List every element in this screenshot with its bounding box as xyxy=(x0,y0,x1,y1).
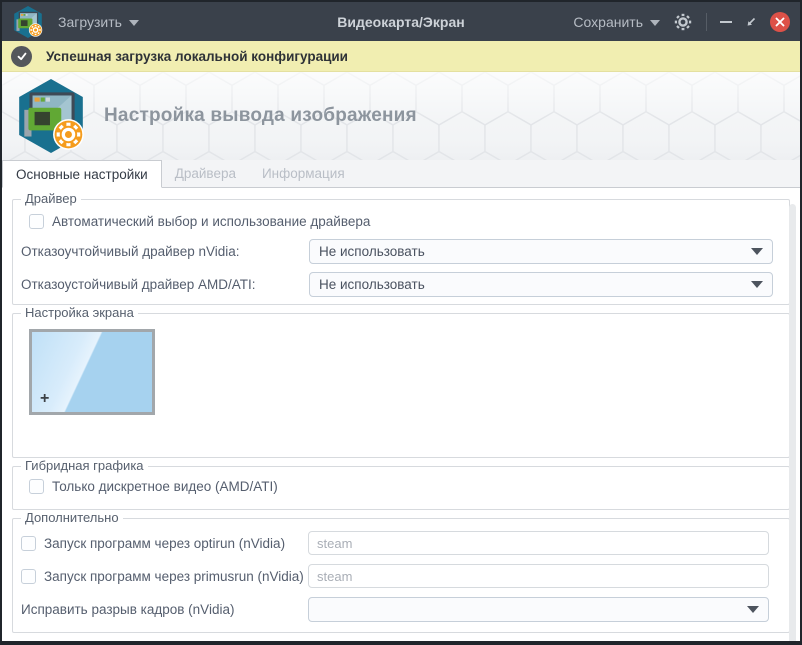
tearfix-row: Исправить разрыв кадров (nVidia) xyxy=(21,597,781,622)
nvidia-failsafe-row: Отказоучтойчивый драйвер nVidia: Не испо… xyxy=(21,239,781,264)
primusrun-row: Запуск программ через primusrun (nVidia) xyxy=(21,564,781,588)
discrete-video-label: Только дискретное видео (AMD/ATI) xyxy=(52,479,278,494)
tearfix-label: Исправить разрыв кадров (nVidia) xyxy=(21,602,235,617)
restore-button[interactable] xyxy=(745,16,757,28)
titlebar: Загрузить Видеокарта/Экран Сохранить xyxy=(2,2,800,41)
load-menu-label: Загрузить xyxy=(58,13,122,30)
titlebar-separator xyxy=(706,12,707,31)
add-display-button[interactable]: + xyxy=(40,390,49,408)
amd-failsafe-select[interactable]: Не использовать xyxy=(309,272,773,297)
nvidia-failsafe-value: Не использовать xyxy=(319,244,425,259)
tab-main-settings[interactable]: Основные настройки xyxy=(2,160,162,188)
driver-group: Драйвер Автоматический выбор и использов… xyxy=(12,191,790,305)
chevron-down-icon xyxy=(650,19,660,26)
chevron-down-icon xyxy=(747,606,759,613)
extra-group: Дополнительно Запуск программ через opti… xyxy=(12,510,790,633)
optirun-row: Запуск программ через optirun (nVidia) xyxy=(21,531,781,555)
optirun-checkbox[interactable] xyxy=(21,535,36,551)
hybrid-graphics-group: Гибридная графика Только дискретное виде… xyxy=(12,458,790,510)
tab-main-settings-label: Основные настройки xyxy=(16,166,148,182)
discrete-video-checkbox[interactable] xyxy=(29,479,44,494)
app-window: Загрузить Видеокарта/Экран Сохранить Усп… xyxy=(0,0,802,645)
app-icon xyxy=(12,5,44,39)
minimize-button[interactable] xyxy=(720,20,732,23)
extra-group-legend: Дополнительно xyxy=(21,510,123,525)
save-menu-label: Сохранить xyxy=(573,13,643,30)
notification-text: Успешная загрузка локальной конфигурации xyxy=(46,48,348,64)
chevron-down-icon xyxy=(751,281,763,288)
auto-driver-checkbox-row[interactable]: Автоматический выбор и использование дра… xyxy=(21,214,781,229)
load-menu-button[interactable]: Загрузить xyxy=(58,14,139,30)
videocard-app-icon xyxy=(14,77,88,155)
auto-driver-checkbox[interactable] xyxy=(29,214,44,229)
page-title: Настройка вывода изображения xyxy=(104,105,417,126)
tab-information-label: Информация xyxy=(261,166,345,181)
success-check-icon xyxy=(11,45,32,67)
nvidia-failsafe-label: Отказоучтойчивый драйвер nVidia: xyxy=(21,244,240,259)
scrollbar[interactable] xyxy=(789,204,796,641)
notification-bar: Успешная загрузка локальной конфигурации xyxy=(2,41,800,72)
amd-failsafe-value: Не использовать xyxy=(319,277,425,292)
page-header: Настройка вывода изображения xyxy=(2,72,800,160)
screen-group: Настройка экрана + xyxy=(12,305,790,458)
tab-bar: Основные настройки Драйвера Информация xyxy=(2,160,800,188)
primusrun-label: Запуск программ через primusrun (nVidia) xyxy=(44,568,304,584)
screen-group-legend: Настройка экрана xyxy=(21,305,138,320)
chevron-down-icon xyxy=(128,19,139,26)
close-button[interactable] xyxy=(770,11,790,32)
tearfix-select[interactable] xyxy=(308,597,769,622)
primusrun-program-input[interactable] xyxy=(308,564,769,588)
hybrid-group-legend: Гибридная графика xyxy=(21,458,148,473)
save-menu-button[interactable]: Сохранить xyxy=(573,14,660,30)
auto-driver-label: Автоматический выбор и использование дра… xyxy=(52,214,371,229)
driver-group-legend: Драйвер xyxy=(21,191,81,206)
amd-failsafe-label: Отказоустойчивый драйвер AMD/ATI: xyxy=(21,277,256,292)
optirun-checkbox-row[interactable]: Запуск программ через optirun (nVidia) xyxy=(21,535,308,551)
discrete-video-checkbox-row[interactable]: Только дискретное видео (AMD/ATI) xyxy=(21,479,781,494)
display-preview[interactable]: + xyxy=(29,329,155,415)
amd-failsafe-row: Отказоустойчивый драйвер AMD/ATI: Не исп… xyxy=(21,272,781,297)
nvidia-failsafe-select[interactable]: Не использовать xyxy=(309,239,773,264)
optirun-program-input[interactable] xyxy=(308,531,769,555)
chevron-down-icon xyxy=(751,248,763,255)
primusrun-checkbox-row[interactable]: Запуск программ через primusrun (nVidia) xyxy=(21,568,308,584)
tab-drivers[interactable]: Драйвера xyxy=(162,160,249,187)
tab-content: Драйвер Автоматический выбор и использов… xyxy=(2,191,800,641)
tab-information[interactable]: Информация xyxy=(249,160,358,187)
primusrun-checkbox[interactable] xyxy=(21,568,36,584)
optirun-label: Запуск программ через optirun (nVidia) xyxy=(44,535,286,551)
tab-drivers-label: Драйвера xyxy=(174,166,236,181)
settings-gear-icon[interactable] xyxy=(673,12,693,32)
